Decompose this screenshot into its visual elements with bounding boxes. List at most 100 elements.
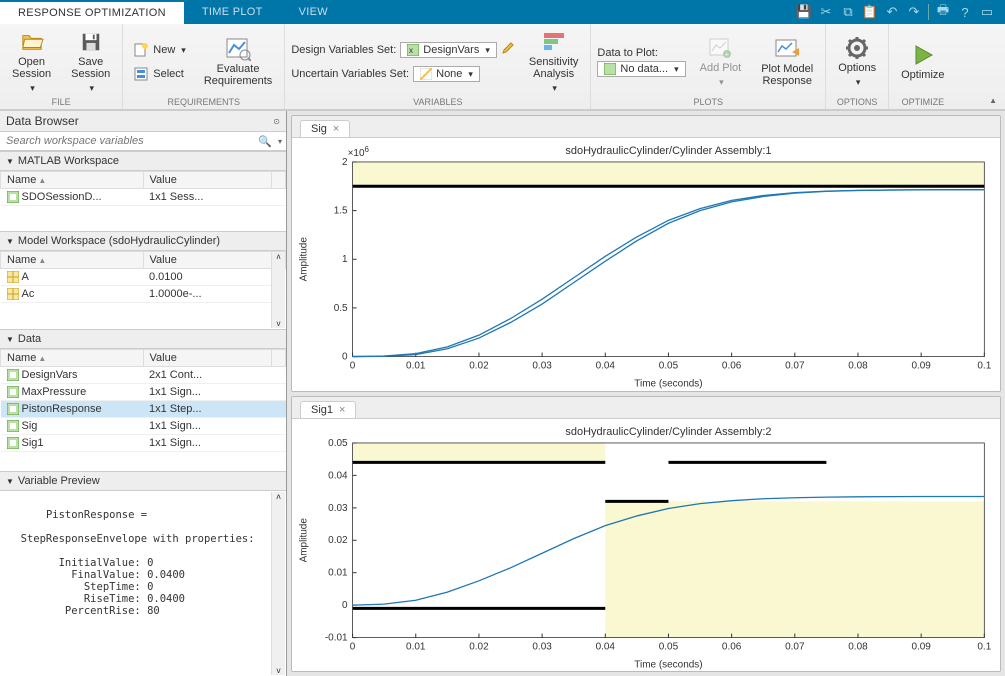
scrollbar[interactable]: ʌv <box>271 492 285 675</box>
variable-icon: x <box>407 44 419 56</box>
svg-text:sdoHydraulicCylinder/Cylinder: sdoHydraulicCylinder/Cylinder Assembly:1 <box>565 145 771 157</box>
open-session-label: Open Session <box>12 56 51 80</box>
add-plot-label: Add Plot <box>700 62 742 74</box>
paste-icon[interactable]: 📋 <box>862 4 878 20</box>
options-label: Options <box>838 62 876 74</box>
svg-text:0.09: 0.09 <box>911 361 931 372</box>
collapse-ribbon-icon[interactable]: ▲ <box>989 96 997 105</box>
save-session-button[interactable]: Save Session <box>65 28 116 96</box>
search-options-icon[interactable]: ▾ <box>278 137 286 146</box>
search-icon[interactable]: 🔍 <box>252 135 278 148</box>
minimize-ribbon-icon[interactable]: ▭ <box>979 4 995 20</box>
data-to-plot-dropdown[interactable]: No data... <box>597 61 685 77</box>
plot-canvas-1[interactable]: 00.010.020.030.040.050.060.070.080.090.1… <box>292 138 1000 391</box>
plot-model-response-button[interactable]: Plot Model Response <box>755 35 819 89</box>
table-row[interactable]: SDOSessionD...1x1 Sess... <box>1 189 286 206</box>
sensitivity-label: Sensitivity Analysis <box>529 56 579 80</box>
col-name[interactable]: Name <box>7 174 36 186</box>
model-workspace-header[interactable]: Model Workspace (sdoHydraulicCylinder) <box>0 231 286 251</box>
svg-text:0.04: 0.04 <box>328 470 348 481</box>
undo-icon[interactable]: ↶ <box>884 4 900 20</box>
group-label-optimize: OPTIMIZE <box>895 97 950 109</box>
add-plot-button[interactable]: + Add Plot <box>694 34 748 90</box>
svg-text:0.01: 0.01 <box>328 567 348 578</box>
design-vars-value: DesignVars <box>423 44 479 56</box>
svg-text:0.07: 0.07 <box>785 641 805 652</box>
matlab-workspace-header[interactable]: MATLAB Workspace <box>0 151 286 171</box>
folder-open-icon <box>18 30 46 54</box>
table-row[interactable]: Ac1.0000e-... <box>1 286 286 303</box>
app-tabstrip: RESPONSE OPTIMIZATION TIME PLOT VIEW 💾 ✂… <box>0 0 1005 24</box>
svg-text:0.02: 0.02 <box>469 361 489 372</box>
new-icon <box>133 42 149 58</box>
evaluate-requirements-button[interactable]: Evaluate Requirements <box>198 35 278 89</box>
tab-view[interactable]: VIEW <box>281 0 346 24</box>
save-icon[interactable]: 💾 <box>796 4 812 20</box>
table-row[interactable]: PistonResponse1x1 Step... <box>1 401 286 418</box>
new-requirement-button[interactable]: New <box>129 40 190 60</box>
plot-canvas-2[interactable]: 00.010.020.030.040.050.060.070.080.090.1… <box>292 419 1000 672</box>
group-label-requirements: REQUIREMENTS <box>129 97 278 109</box>
svg-text:0.04: 0.04 <box>596 641 616 652</box>
optimize-button[interactable]: Optimize <box>895 41 950 83</box>
col-name[interactable]: Name <box>7 352 36 364</box>
svg-text:0.5: 0.5 <box>334 303 348 314</box>
svg-text:Amplitude: Amplitude <box>299 517 310 562</box>
scrollbar[interactable]: ʌv <box>271 252 285 328</box>
table-row[interactable]: Sig1x1 Sign... <box>1 418 286 435</box>
chevron-down-icon <box>854 76 861 88</box>
chevron-down-icon <box>28 82 35 94</box>
open-session-button[interactable]: Open Session <box>6 28 57 96</box>
table-row[interactable]: DesignVars2x1 Cont... <box>1 367 286 384</box>
copy-icon[interactable]: ⧉ <box>840 4 856 20</box>
search-input[interactable] <box>0 132 252 150</box>
plot-area: Sig × 00.010.020.030.040.050.060.070.080… <box>287 111 1005 676</box>
redo-icon[interactable]: ↷ <box>906 4 922 20</box>
chevron-down-icon <box>483 44 490 56</box>
table-row[interactable]: MaxPressure1x1 Sign... <box>1 384 286 401</box>
data-to-plot-label: Data to Plot: <box>597 47 685 59</box>
plot-tab-sig1[interactable]: Sig1 × <box>300 401 356 418</box>
data-browser-title: Data Browser <box>6 114 79 128</box>
cut-icon[interactable]: ✂ <box>818 4 834 20</box>
svg-text:0.06: 0.06 <box>722 641 742 652</box>
help-icon[interactable]: ? <box>957 4 973 20</box>
data-section-header[interactable]: Data <box>0 329 286 349</box>
table-row[interactable]: A0.0100 <box>1 269 286 286</box>
svg-text:0.05: 0.05 <box>659 361 679 372</box>
tab-time-plot[interactable]: TIME PLOT <box>184 0 281 24</box>
svg-text:0.06: 0.06 <box>722 361 742 372</box>
svg-text:0.01: 0.01 <box>406 361 426 372</box>
plot-tab-sig[interactable]: Sig × <box>300 120 350 137</box>
panel-menu-icon[interactable]: ⊙ <box>273 117 280 126</box>
sensitivity-analysis-button[interactable]: Sensitivity Analysis <box>523 28 585 96</box>
table-row[interactable]: Sig11x1 Sign... <box>1 435 286 452</box>
uncertain-vars-dropdown[interactable]: None <box>413 66 480 82</box>
plot-pane-sig: Sig × 00.010.020.030.040.050.060.070.080… <box>291 115 1001 392</box>
close-icon[interactable]: × <box>339 404 345 416</box>
uncertain-vars-label: Uncertain Variables Set: <box>291 68 409 80</box>
edit-design-vars-icon[interactable] <box>501 41 515 58</box>
data-browser-panel: Data Browser ⊙ 🔍 ▾ MATLAB Workspace Name… <box>0 111 287 676</box>
design-vars-dropdown[interactable]: x DesignVars <box>400 42 497 58</box>
preview-text: PistonResponse = StepResponseEnvelope wi… <box>8 509 255 617</box>
plot-tab-label: Sig1 <box>311 404 333 416</box>
variable-preview-header[interactable]: Variable Preview <box>0 471 286 491</box>
col-value[interactable]: Value <box>143 172 272 189</box>
play-icon <box>909 43 937 67</box>
variable-icon <box>604 63 616 75</box>
svg-text:Time (seconds): Time (seconds) <box>634 379 702 390</box>
svg-text:0.02: 0.02 <box>469 641 489 652</box>
select-icon <box>133 66 149 82</box>
options-button[interactable]: Options <box>832 34 882 90</box>
matlab-workspace-table: Name▲Value SDOSessionD...1x1 Sess... <box>0 171 286 206</box>
add-plot-icon: + <box>706 36 734 60</box>
tab-response-optimization[interactable]: RESPONSE OPTIMIZATION <box>0 0 184 24</box>
col-value[interactable]: Value <box>143 350 272 367</box>
svg-text:0: 0 <box>342 352 348 363</box>
col-value[interactable]: Value <box>143 252 272 269</box>
select-requirement-button[interactable]: Select <box>129 64 190 84</box>
col-name[interactable]: Name <box>7 254 36 266</box>
close-icon[interactable]: × <box>333 123 339 135</box>
print-icon[interactable]: 🖶 <box>935 4 951 20</box>
